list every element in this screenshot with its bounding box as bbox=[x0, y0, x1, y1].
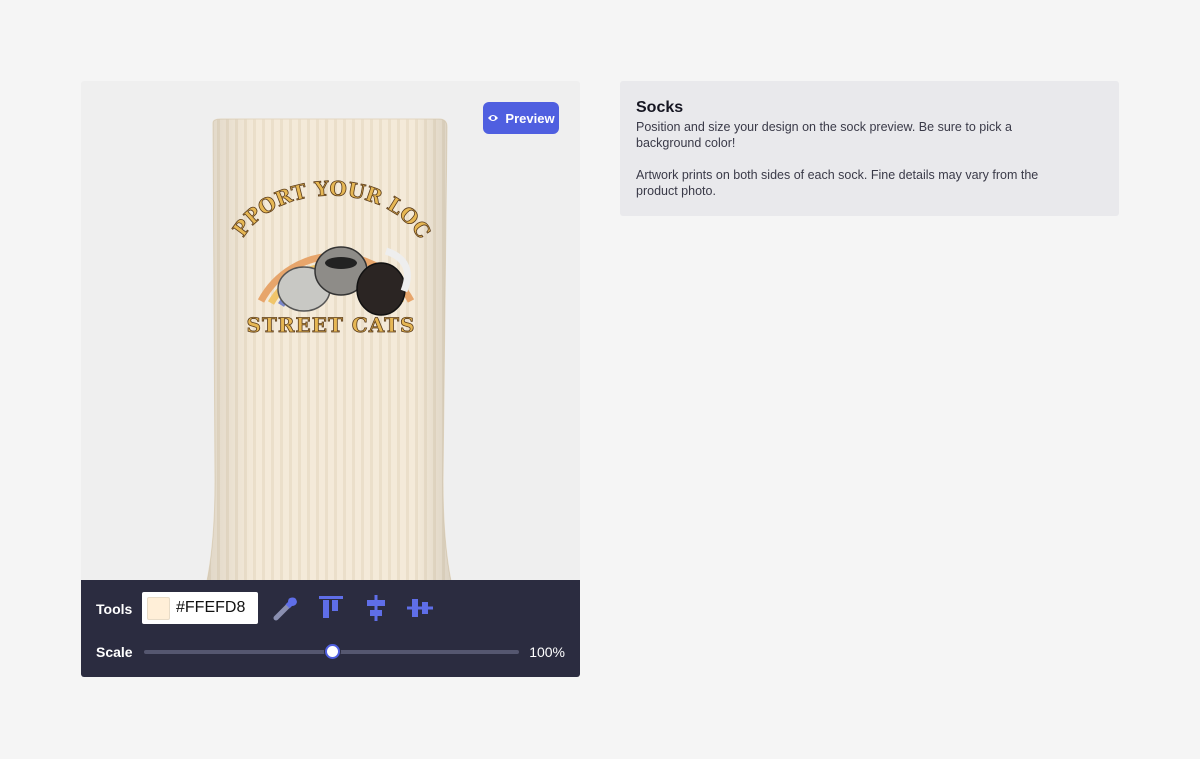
tools-panel: Tools Scale 100% bbox=[81, 580, 580, 677]
artwork-text-top: SUPPORT YOUR LOCAL bbox=[181, 163, 436, 243]
align-center-vertical-icon[interactable] bbox=[362, 594, 390, 622]
hex-color-input[interactable] bbox=[176, 599, 256, 617]
sock-editor: SUPPORT YOUR LOCAL STREET CATS Preview T… bbox=[81, 81, 580, 677]
align-top-icon[interactable] bbox=[317, 594, 345, 622]
scale-value: 100% bbox=[529, 644, 565, 660]
eye-icon bbox=[488, 115, 499, 121]
scale-slider-thumb[interactable] bbox=[324, 644, 340, 659]
eyedropper-icon[interactable] bbox=[272, 594, 300, 622]
info-paragraph-2: Artwork prints on both sides of each soc… bbox=[636, 168, 1039, 198]
product-title: Socks bbox=[636, 99, 684, 116]
artwork-text-bottom: STREET CATS bbox=[246, 313, 416, 338]
background-color-picker[interactable] bbox=[142, 592, 258, 624]
scale-label: Scale bbox=[96, 644, 133, 660]
tools-label: Tools bbox=[96, 601, 133, 617]
preview-button-label: Preview bbox=[505, 110, 555, 126]
info-paragraph-1: Position and size your design on the soc… bbox=[636, 120, 1012, 150]
scale-slider[interactable] bbox=[144, 644, 519, 659]
preview-button[interactable]: Preview bbox=[483, 102, 559, 134]
design-canvas[interactable]: SUPPORT YOUR LOCAL STREET CATS Preview bbox=[81, 81, 580, 580]
color-swatch[interactable] bbox=[147, 596, 170, 620]
product-info-panel: Socks Position and size your design on t… bbox=[620, 81, 1119, 216]
svg-text:SUPPORT YOUR LOCAL: SUPPORT YOUR LOCAL bbox=[181, 163, 436, 243]
align-center-horizontal-icon[interactable] bbox=[406, 594, 434, 622]
